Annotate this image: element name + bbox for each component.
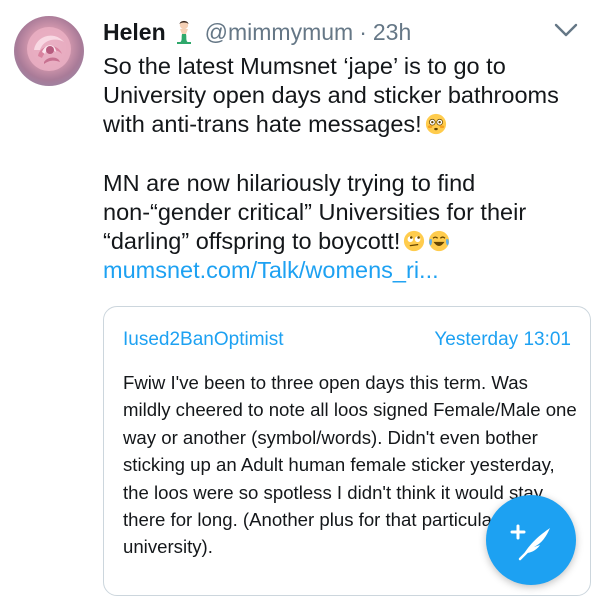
rose-avatar-image: [27, 27, 71, 71]
flushed-face-emoji-icon: [425, 114, 446, 135]
crying-laughing-emoji-icon: [429, 230, 450, 252]
tweet-paragraph-1-text: So the latest Mumsnet ‘jape’ is to go to…: [103, 53, 559, 138]
tweet-paragraph-1: So the latest Mumsnet ‘jape’ is to go to…: [103, 52, 573, 140]
quoted-username[interactable]: Iused2BanOptimist: [123, 329, 284, 351]
separator-dot: ·: [359, 18, 367, 45]
tweet-paragraph-2-text: MN are now hilariously trying to find no…: [103, 169, 527, 255]
mermaid-emoji-icon: [171, 19, 197, 45]
tweet-header: Helen @mimmymum · 23h: [103, 14, 411, 50]
chevron-down-icon[interactable]: [554, 22, 578, 38]
user-handle[interactable]: @mimmymum: [205, 19, 354, 46]
display-name[interactable]: Helen: [103, 19, 166, 46]
quoted-date: Yesterday 13:01: [434, 329, 571, 350]
tweet-paragraph-2: MN are now hilariously trying to find no…: [103, 169, 573, 286]
avatar[interactable]: [14, 16, 84, 86]
tweet-timestamp[interactable]: 23h: [373, 19, 411, 46]
compose-tweet-icon: [510, 524, 550, 561]
compose-tweet-button[interactable]: [486, 495, 576, 585]
tweet-link[interactable]: mumsnet.com/Talk/womens_ri...: [103, 256, 573, 285]
eye-roll-emoji-icon: [404, 230, 425, 252]
tweet-text: So the latest Mumsnet ‘jape’ is to go to…: [103, 52, 573, 285]
